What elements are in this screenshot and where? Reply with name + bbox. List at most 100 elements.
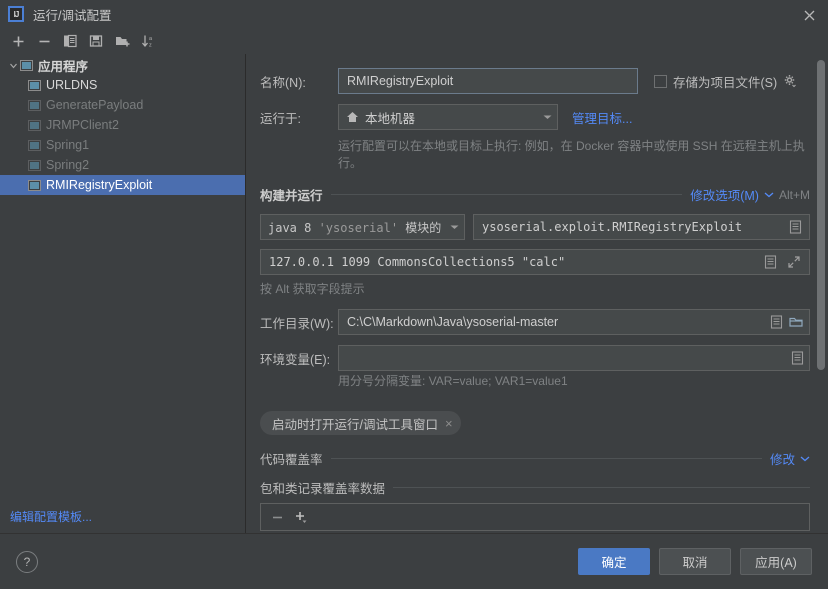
sort-configurations-button[interactable]: a z (136, 30, 160, 52)
configuration-settings-pane: 名称(N): RMIRegistryExploit 存储为项目文件(S) 运行于… (246, 54, 828, 533)
dialog-footer: ? 确定 取消 应用(A) (0, 533, 828, 589)
add-configuration-button[interactable] (6, 30, 30, 52)
jdk-and-mainclass-row: java 8 'ysoserial' 模块的 S ysoserial.explo… (260, 214, 810, 240)
main-class-value: ysoserial.exploit.RMIRegistryExploit (482, 220, 743, 234)
save-configuration-button[interactable] (84, 30, 108, 52)
tree-node-label: JRMPClient2 (46, 118, 119, 132)
save-icon (89, 35, 103, 47)
program-arguments-value: 127.0.0.1 1099 CommonsCollections5 "calc… (269, 255, 566, 269)
environment-variables-label: 环境变量(E): (260, 352, 331, 367)
jdk-suffix: 模块的 S (405, 220, 449, 235)
tree-node-label: RMIRegistryExploit (46, 178, 153, 192)
working-directory-field-wrap: C:\C\Markdown\Java\ysoserial-master (338, 309, 810, 335)
chip-label: 启动时打开运行/调试工具窗口 (272, 417, 438, 432)
browse-main-class-icon[interactable] (789, 220, 802, 234)
plus-icon (13, 36, 23, 46)
name-input[interactable]: RMIRegistryExploit (338, 68, 638, 94)
program-arguments-input[interactable]: 127.0.0.1 1099 CommonsCollections5 "calc… (260, 249, 810, 275)
coverage-modify-group: 修改 (770, 449, 810, 468)
close-icon[interactable]: × (445, 417, 453, 430)
run-on-hint: 运行配置可以在本地或目标上执行: 例如，在 Docker 容器中或使用 SSH … (338, 139, 805, 170)
environment-variables-browse-icon[interactable] (791, 351, 804, 365)
environment-variables-input[interactable] (338, 345, 810, 371)
logo-text: IJ (13, 9, 20, 19)
manage-targets-link[interactable]: 管理目标... (572, 108, 632, 127)
jdk-module-value: java 8 'ysoserial' 模块的 S (268, 219, 449, 236)
name-label: 名称(N): (260, 75, 306, 90)
configuration-icon (28, 159, 41, 171)
run-on-label: 运行于: (260, 111, 301, 126)
edit-configuration-templates-link[interactable]: 编辑配置模板... (10, 508, 92, 525)
svg-text:a: a (149, 36, 153, 42)
tree-node-spring1[interactable]: Spring1 (0, 135, 245, 155)
working-directory-icons (770, 315, 804, 329)
coverage-subsection-header: 包和类记录覆盖率数据 (260, 478, 810, 497)
environment-variables-hint: 用分号分隔变量: VAR=value; VAR1=value1 (338, 374, 568, 388)
tree-node-spring2[interactable]: Spring2 (0, 155, 245, 175)
application-folder-icon (20, 59, 33, 71)
tree-node-label: URLDNS (46, 78, 98, 92)
environment-variables-field-wrap (338, 345, 810, 371)
build-and-run-title: 构建并运行 (260, 189, 323, 203)
store-as-project-file-label[interactable]: 存储为项目文件(S) (673, 72, 777, 91)
jdk-prefix: java 8 (268, 220, 319, 235)
minus-icon (39, 40, 49, 42)
tree-node-jrmpclient2[interactable]: JRMPClient2 (0, 115, 245, 135)
settings-scrollbar[interactable] (817, 60, 825, 370)
store-as-project-file-checkbox[interactable] (654, 74, 667, 88)
new-folder-icon (115, 37, 129, 47)
tree-node-urldns[interactable]: URLDNS (0, 75, 245, 95)
coverage-modify-link[interactable]: 修改 (770, 449, 795, 468)
modify-options-link[interactable]: 修改选项(M) (690, 185, 759, 204)
tree-node-rmiregistryexploit[interactable]: RMIRegistryExploit (0, 175, 245, 195)
gear-icon[interactable] (783, 74, 797, 88)
close-icon[interactable] (800, 6, 818, 24)
run-on-target-dropdown[interactable]: 本地机器 (338, 104, 558, 130)
dialog-body: 应用程序 URLDNS GeneratePayload JRMPClient2 (0, 54, 828, 533)
section-divider (330, 194, 683, 195)
environment-variables-row: 环境变量(E): (260, 345, 810, 371)
chevron-down-icon[interactable] (800, 455, 810, 462)
svg-text:z: z (149, 43, 152, 49)
chevron-down-icon (449, 223, 460, 231)
configuration-icon (28, 79, 41, 91)
insert-macro-icon[interactable] (770, 315, 783, 329)
chip-open-run-tool-window[interactable]: 启动时打开运行/调试工具窗口 × (260, 411, 461, 435)
run-on-target-value: 本地机器 (365, 111, 416, 126)
chevron-down-icon (542, 113, 553, 121)
working-directory-input[interactable]: C:\C\Markdown\Java\ysoserial-master (338, 309, 810, 335)
expand-editor-icon[interactable] (787, 255, 801, 269)
configurations-toolbar: a z (0, 28, 828, 54)
copy-configuration-button[interactable] (58, 30, 82, 52)
modify-options-group: 修改选项(M) Alt+M (690, 185, 810, 204)
browse-folder-icon[interactable] (789, 315, 804, 329)
cancel-button[interactable]: 取消 (659, 548, 731, 575)
main-class-input[interactable]: ysoserial.exploit.RMIRegistryExploit (473, 214, 810, 240)
jdk-module-dropdown[interactable]: java 8 'ysoserial' 模块的 S (260, 214, 465, 240)
tree-node-label: 应用程序 (38, 59, 89, 74)
ok-button[interactable]: 确定 (578, 548, 650, 575)
remove-configuration-button[interactable] (32, 30, 56, 52)
help-button[interactable]: ? (16, 550, 38, 573)
build-and-run-section-header: 构建并运行 修改选项(M) Alt+M (260, 185, 810, 204)
new-folder-button[interactable] (110, 30, 134, 52)
chevron-down-icon[interactable] (6, 61, 20, 70)
apply-button[interactable]: 应用(A) (740, 548, 812, 575)
configurations-tree: 应用程序 URLDNS GeneratePayload JRMPClient2 (0, 54, 246, 533)
tree-node-generatepayload[interactable]: GeneratePayload (0, 95, 245, 115)
chevron-down-icon[interactable] (764, 191, 774, 198)
tree-node-label: GeneratePayload (46, 98, 144, 112)
section-divider (393, 487, 810, 488)
dialog-titlebar: IJ 运行/调试配置 (0, 0, 828, 28)
working-directory-row: 工作目录(W): C:\C\Markdown\Java\ysoserial-ma… (260, 309, 810, 335)
plus-dropdown-icon (296, 511, 307, 523)
store-as-project-file-row: 存储为项目文件(S) (654, 72, 797, 91)
coverage-remove-button[interactable] (271, 511, 284, 524)
run-debug-configurations-dialog: IJ 运行/调试配置 a z 应用程序 URLDNS GeneratePaylo… (0, 0, 828, 589)
tree-node-application-root[interactable]: 应用程序 (0, 55, 245, 75)
insert-macro-icon[interactable] (764, 255, 777, 269)
coverage-add-button[interactable] (294, 510, 309, 525)
name-row: 名称(N): RMIRegistryExploit 存储为项目文件(S) (260, 68, 810, 94)
modify-options-shortcut: Alt+M (778, 187, 810, 202)
options-chips: 启动时打开运行/调试工具窗口 × (260, 411, 810, 435)
